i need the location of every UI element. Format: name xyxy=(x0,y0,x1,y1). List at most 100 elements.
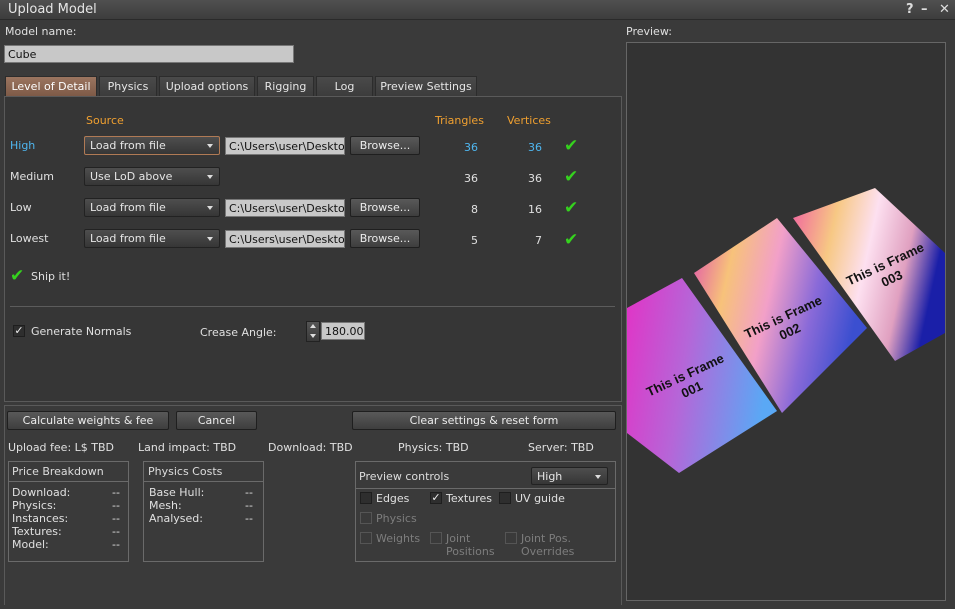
calculate-weights-button[interactable]: Calculate weights & fee xyxy=(7,411,169,430)
price-label: Instances: xyxy=(12,512,69,525)
weights-checkbox[interactable] xyxy=(360,532,372,544)
physics-costs-box: Physics Costs Base Hull: -- Mesh: -- Ana… xyxy=(143,461,264,562)
minimize-button[interactable]: – xyxy=(921,2,928,17)
clear-settings-button[interactable]: Clear settings & reset form xyxy=(352,411,616,430)
tab-rigging[interactable]: Rigging xyxy=(257,76,314,96)
crease-angle-label: Crease Angle: xyxy=(200,326,277,339)
tab-physics[interactable]: Physics xyxy=(99,76,157,96)
joint-positions-label-2: Positions xyxy=(446,545,495,558)
tab-upload-options[interactable]: Upload options xyxy=(159,76,255,96)
preview-lod-value: High xyxy=(537,470,563,483)
green-check-icon: ✔ xyxy=(564,136,579,156)
price-breakdown-box: Price Breakdown Download: -- Physics: --… xyxy=(8,461,129,562)
triangles-lowest: 5 xyxy=(471,234,478,247)
triangles-high: 36 xyxy=(464,141,478,154)
lod-source-value-medium: Use LoD above xyxy=(90,170,173,183)
help-button[interactable]: ? xyxy=(906,2,914,17)
vertices-high: 36 xyxy=(528,141,542,154)
joint-overrides-label-1: Joint Pos. xyxy=(521,532,572,545)
cancel-button[interactable]: Cancel xyxy=(176,411,257,430)
upload-fee: Upload fee: L$ TBD xyxy=(8,441,115,454)
physics-checkbox[interactable] xyxy=(360,512,372,524)
lod-source-value-low: Load from file xyxy=(90,201,166,214)
lod-name-high: High xyxy=(10,139,36,152)
price-breakdown-title: Price Breakdown xyxy=(12,465,104,478)
tab-log[interactable]: Log xyxy=(316,76,373,96)
weights-label: Weights xyxy=(376,532,421,545)
lod-source-value-high: Load from file xyxy=(90,139,166,152)
lod-path-input-high[interactable]: C:\Users\user\Desktop xyxy=(225,137,345,155)
lod-source-select-medium[interactable]: Use LoD above xyxy=(84,167,220,186)
vertices-low: 16 xyxy=(528,203,542,216)
physics-cost-value: -- xyxy=(245,486,253,499)
price-value: -- xyxy=(112,538,120,551)
joint-overrides-label-2: Overrides xyxy=(521,545,575,558)
chevron-down-icon xyxy=(595,475,601,479)
lod-path-input-lowest[interactable]: C:\Users\user\Desktop xyxy=(225,230,345,248)
price-label: Textures: xyxy=(12,525,62,538)
price-label: Download: xyxy=(12,486,71,499)
ship-it-label: Ship it! xyxy=(31,270,71,283)
chevron-down-icon xyxy=(207,206,213,210)
preview-viewport[interactable]: This is Frame 001 This is Frame 002 This… xyxy=(626,42,946,601)
tab-level-of-detail[interactable]: Level of Detail xyxy=(5,76,97,96)
divider xyxy=(9,481,128,482)
lod-source-select-low[interactable]: Load from file xyxy=(84,198,220,217)
preview-lod-select[interactable]: High xyxy=(531,467,608,485)
price-value: -- xyxy=(112,525,120,538)
triangles-header: Triangles xyxy=(435,114,484,127)
triangles-medium: 36 xyxy=(464,172,478,185)
chevron-up-icon[interactable] xyxy=(310,324,316,328)
crease-angle-input[interactable]: 180.000 xyxy=(321,322,365,340)
physics-cost-label: Analysed: xyxy=(149,512,203,525)
browse-button-high[interactable]: Browse... xyxy=(350,136,420,155)
title-bar: Upload Model ? – ✕ xyxy=(0,0,955,20)
generate-normals-checkbox[interactable]: ✓ xyxy=(13,325,25,337)
download-stat: Download: TBD xyxy=(268,441,353,454)
crease-angle-spinner[interactable] xyxy=(306,321,320,342)
model-name-label: Model name: xyxy=(5,25,77,38)
physics-cost-label: Base Hull: xyxy=(149,486,205,499)
source-header: Source xyxy=(86,114,124,127)
lod-name-lowest: Lowest xyxy=(10,232,49,245)
land-impact: Land impact: TBD xyxy=(138,441,237,454)
preview-render: This is Frame 001 This is Frame 002 This… xyxy=(627,188,945,473)
joint-positions-label-1: Joint xyxy=(446,532,471,545)
physics-cost-value: -- xyxy=(245,512,253,525)
lod-source-select-lowest[interactable]: Load from file xyxy=(84,229,220,248)
browse-button-low[interactable]: Browse... xyxy=(350,198,420,217)
price-value: -- xyxy=(112,512,120,525)
divider xyxy=(144,481,263,482)
green-check-icon: ✔ xyxy=(564,230,579,250)
preview-label: Preview: xyxy=(626,25,672,38)
lod-path-input-low[interactable]: C:\Users\user\Desktop xyxy=(225,199,345,217)
lod-name-medium: Medium xyxy=(10,170,54,183)
joint-positions-checkbox[interactable] xyxy=(430,532,442,544)
chevron-down-icon[interactable] xyxy=(310,334,316,338)
preview-controls-box: Preview controls High Edges ✓ Textures U… xyxy=(355,461,616,562)
browse-button-lowest[interactable]: Browse... xyxy=(350,229,420,248)
tab-preview-settings[interactable]: Preview Settings xyxy=(375,76,477,96)
chevron-down-icon xyxy=(207,237,213,241)
green-check-icon: ✔ xyxy=(564,198,579,218)
price-value: -- xyxy=(112,486,120,499)
lod-source-select-high[interactable]: Load from file xyxy=(84,136,220,155)
close-button[interactable]: ✕ xyxy=(939,2,950,17)
edges-checkbox[interactable] xyxy=(360,492,372,504)
physics-cost-value: -- xyxy=(245,499,253,512)
lod-name-low: Low xyxy=(10,201,32,214)
textures-checkbox[interactable]: ✓ xyxy=(430,492,442,504)
triangles-low: 8 xyxy=(471,203,478,216)
vertices-header: Vertices xyxy=(507,114,551,127)
divider xyxy=(356,488,615,489)
uv-guide-checkbox[interactable] xyxy=(499,492,511,504)
price-label: Model: xyxy=(12,538,49,551)
preview-controls-title: Preview controls xyxy=(359,470,450,483)
joint-overrides-checkbox[interactable] xyxy=(505,532,517,544)
generate-normals-label: Generate Normals xyxy=(31,325,132,338)
chevron-down-icon xyxy=(207,175,213,179)
physics-cost-label: Mesh: xyxy=(149,499,182,512)
physics-costs-title: Physics Costs xyxy=(148,465,223,478)
physics-stat: Physics: TBD xyxy=(398,441,469,454)
model-name-input[interactable]: Cube xyxy=(4,45,294,63)
